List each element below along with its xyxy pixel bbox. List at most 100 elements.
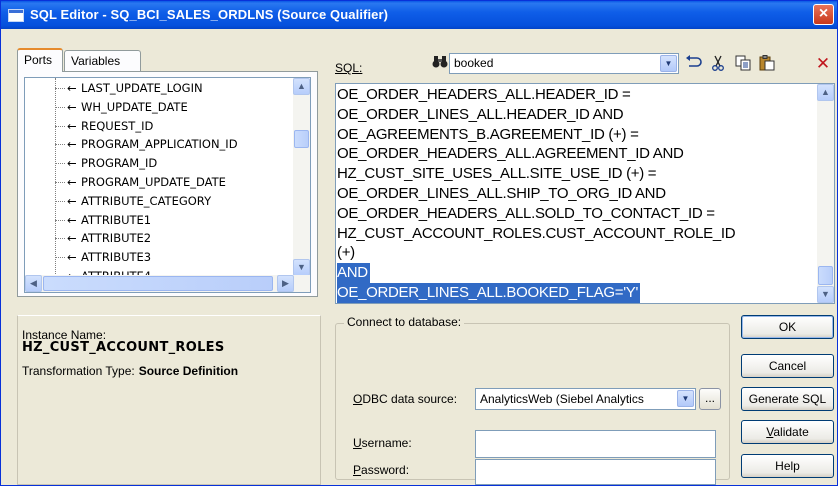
port-item[interactable]: ← ATTRIBUTE_CATEGORY [67,192,211,210]
port-arrow-icon: ← [67,81,77,95]
sql-line: OE_ORDER_LINES_ALL.SHIP_TO_ORG_ID AND [337,185,666,202]
find-value: booked [454,56,494,70]
port-item[interactable]: ← ATTRIBUTE1 [67,211,151,229]
browse-button[interactable]: ... [699,388,721,410]
odbc-label-text: DBC data source: [362,392,458,406]
port-item[interactable]: ← PROGRAM_APPLICATION_ID [67,135,238,153]
tree-connector [55,238,65,240]
port-name: ATTRIBUTE_CATEGORY [81,193,212,208]
port-name: ATTRIBUTE3 [81,250,152,265]
transformation-type-label: Transformation Type: [22,364,135,378]
paste-icon[interactable] [757,55,777,73]
ok-button[interactable]: OK [741,315,834,339]
scroll-right-button[interactable]: ▶ [277,275,294,292]
tree-connector [55,144,65,146]
port-item[interactable]: ← PROGRAM_ID [67,154,157,172]
sql-line: OE_ORDER_HEADERS_ALL.AGREEMENT_ID AND [337,145,684,163]
username-label: Username: [353,436,412,450]
port-arrow-icon: ← [67,175,77,189]
sql-line: OE_AGREEMENTS_B.AGREEMENT_ID (+) = [337,125,639,143]
scroll-up-button[interactable]: ▲ [293,78,310,95]
password-label-text: assword: [361,463,410,477]
chevron-down-icon[interactable]: ▼ [660,55,677,72]
ports-tree[interactable]: ← LAST_UPDATE_LOGIN ← WH_UPDATE_DATE ← REQUES… [24,77,311,293]
odbc-selected-value: AnalyticsWeb (Siebel Analytics [480,392,644,406]
window-title: SQL Editor - SQ_BCI_SALES_ORDLNS (Source… [30,7,389,22]
help-button[interactable]: Help [741,454,834,478]
port-arrow-icon: ← [67,118,77,133]
sql-line: HZ_CUST_ACCOUNT_ROLES.CUST_ACCOUNT_ROLE_… [337,224,736,242]
binoculars-icon[interactable] [432,55,448,71]
sql-line: HZ_CUST_SITE_USES_ALL.SITE_USE_ID (+) = [337,165,657,183]
odbc-data-source-select[interactable]: AnalyticsWeb (Siebel Analytics ▼ [475,388,696,410]
port-arrow-icon: ← [67,231,77,246]
port-item[interactable]: ← ATTRIBUTE2 [67,229,151,247]
sql-scroll-thumb[interactable] [818,266,833,285]
ports-horizontal-scrollbar[interactable]: ◀ ▶ [25,275,310,292]
sql-line-selected: OE_ORDER_LINES_ALL.BOOKED_FLAG='Y' [337,283,641,303]
transformation-type-row: Transformation Type: Source Definition [22,364,238,378]
copy-icon[interactable] [733,55,753,73]
sql-scroll-down-button[interactable]: ▼ [817,286,834,303]
tree-connector [55,257,65,259]
port-arrow-icon: ← [67,137,77,152]
undo-icon[interactable] [684,55,704,73]
tree-connector [55,182,65,183]
tab-variables[interactable]: Variables [64,50,141,72]
scroll-left-button[interactable]: ◀ [25,275,42,292]
port-name: PROGRAM_ID [81,156,158,171]
port-arrow-icon: ← [67,193,77,208]
window-app-icon [8,9,24,22]
port-name: ATTRIBUTE2 [81,231,152,246]
port-arrow-icon: ← [67,156,77,171]
hscroll-thumb[interactable] [43,276,273,291]
port-name: LAST_UPDATE_LOGIN [81,81,203,95]
password-field[interactable] [475,459,716,485]
tree-connector [55,106,65,108]
validate-button-text: alidate [773,425,809,439]
sql-line: OE_ORDER_LINES_ALL.HEADER_ID AND [337,105,624,123]
tree-connector [55,219,65,221]
transformation-type-value: Source Definition [138,364,239,378]
title-bar[interactable]: SQL Editor - SQ_BCI_SALES_ORDLNS (Source… [1,1,837,29]
cancel-button[interactable]: Cancel [741,354,834,378]
sql-label: SQL: [335,61,363,75]
delete-icon[interactable]: ✕ [813,55,833,73]
find-combobox[interactable]: booked ▼ [449,53,679,74]
generate-sql-button[interactable]: Generate SQL [741,387,834,411]
port-item[interactable]: ← REQUEST_ID [67,117,153,135]
port-name: WH_UPDATE_DATE [81,99,188,114]
sql-line: OE_ORDER_HEADERS_ALL.HEADER_ID = [337,86,631,103]
ports-vertical-scrollbar[interactable]: ▲ ▼ [293,78,310,276]
port-arrow-icon: ← [67,212,77,227]
port-item[interactable]: ← ATTRIBUTE3 [67,248,151,266]
sql-line: OE_ORDER_HEADERS_ALL.SOLD_TO_CONTACT_ID … [337,204,715,222]
password-label: Password: [353,463,410,477]
scroll-thumb[interactable] [294,130,309,148]
connect-group-title: Connect to database: [344,315,465,329]
port-name: PROGRAM_APPLICATION_ID [81,137,238,152]
close-button[interactable]: × [813,4,834,25]
port-name: PROGRAM_UPDATE_DATE [81,175,226,189]
ports-tab-panel: ← LAST_UPDATE_LOGIN ← WH_UPDATE_DATE ← REQUES… [17,71,318,297]
sql-vertical-scrollbar[interactable]: ▲ ▼ [817,84,834,303]
port-arrow-icon: ← [67,99,77,114]
sql-editor-window: SQL Editor - SQ_BCI_SALES_ORDLNS (Source… [0,0,838,486]
port-item[interactable]: ← WH_UPDATE_DATE [67,98,188,116]
sql-scroll-up-button[interactable]: ▲ [817,84,834,101]
chevron-down-icon[interactable]: ▼ [677,390,694,407]
port-arrow-icon: ← [67,250,77,265]
sql-textarea[interactable]: OE_ORDER_HEADERS_ALL.HEADER_ID = OE_ORDER… [335,83,835,304]
tab-ports[interactable]: Ports [17,48,63,72]
tree-connector [55,200,65,202]
validate-button[interactable]: Validate [741,420,834,444]
port-item[interactable]: ← LAST_UPDATE_LOGIN [67,79,203,97]
cut-icon[interactable] [708,55,728,73]
sql-line-selected: AND [337,263,370,284]
scroll-down-button[interactable]: ▼ [293,259,310,276]
username-field[interactable] [475,430,716,458]
port-name: ATTRIBUTE1 [81,212,152,227]
ports-tree-items: ← LAST_UPDATE_LOGIN ← WH_UPDATE_DATE ← REQUES… [25,78,295,276]
port-item[interactable]: ← PROGRAM_UPDATE_DATE [67,173,226,191]
tree-connector [55,163,65,165]
